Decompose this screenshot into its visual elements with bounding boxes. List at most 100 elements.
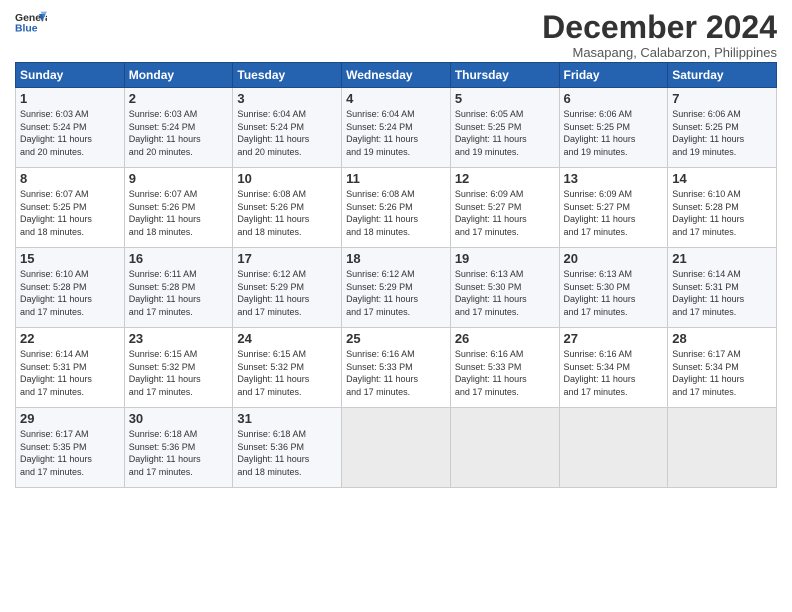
header: General Blue December 2024 Masapang, Cal… bbox=[15, 10, 777, 60]
calendar-cell bbox=[668, 408, 777, 488]
weekday-header-friday: Friday bbox=[559, 63, 668, 88]
title-block: December 2024 Masapang, Calabarzon, Phil… bbox=[542, 10, 777, 60]
day-info: Sunrise: 6:09 AM Sunset: 5:27 PM Dayligh… bbox=[564, 188, 664, 238]
calendar-cell: 3Sunrise: 6:04 AM Sunset: 5:24 PM Daylig… bbox=[233, 88, 342, 168]
day-number: 7 bbox=[672, 91, 772, 106]
calendar-cell: 13 Sunrise: 6:09 AM Sunset: 5:27 PM Dayli… bbox=[559, 168, 668, 248]
day-number: 24 bbox=[237, 331, 337, 346]
calendar-cell: 23 Sunrise: 6:15 AM Sunset: 5:32 PM Dayli… bbox=[124, 328, 233, 408]
day-info: Sunrise: 6:17 AM Sunset: 5:35 PM Dayligh… bbox=[20, 428, 120, 478]
weekday-header-thursday: Thursday bbox=[450, 63, 559, 88]
location: Masapang, Calabarzon, Philippines bbox=[542, 45, 777, 60]
day-info: Sunrise: 6:11 AM Sunset: 5:28 PM Dayligh… bbox=[129, 268, 229, 318]
calendar-cell: 21 Sunrise: 6:14 AM Sunset: 5:31 PM Dayli… bbox=[668, 248, 777, 328]
calendar-cell: 27Sunrise: 6:16 AM Sunset: 5:34 PM Dayli… bbox=[559, 328, 668, 408]
day-number: 9 bbox=[129, 171, 229, 186]
day-info: Sunrise: 6:13 AM Sunset: 5:30 PM Dayligh… bbox=[564, 268, 664, 318]
day-number: 13 bbox=[564, 171, 664, 186]
calendar-cell: 9 Sunrise: 6:07 AM Sunset: 5:26 PM Daylig… bbox=[124, 168, 233, 248]
day-number: 17 bbox=[237, 251, 337, 266]
day-number: 10 bbox=[237, 171, 337, 186]
week-row-1: 1 Sunrise: 6:03 AM Sunset: 5:24 PM Daylig… bbox=[16, 88, 777, 168]
day-number: 19 bbox=[455, 251, 555, 266]
month-title: December 2024 bbox=[542, 10, 777, 45]
calendar-cell: 14Sunrise: 6:10 AM Sunset: 5:28 PM Dayli… bbox=[668, 168, 777, 248]
day-info: Sunrise: 6:07 AM Sunset: 5:25 PM Dayligh… bbox=[20, 188, 120, 238]
calendar-cell: 8 Sunrise: 6:07 AM Sunset: 5:25 PM Daylig… bbox=[16, 168, 125, 248]
calendar-cell: 1 Sunrise: 6:03 AM Sunset: 5:24 PM Daylig… bbox=[16, 88, 125, 168]
calendar-cell: 17Sunrise: 6:12 AM Sunset: 5:29 PM Dayli… bbox=[233, 248, 342, 328]
calendar-cell: 26Sunrise: 6:16 AM Sunset: 5:33 PM Dayli… bbox=[450, 328, 559, 408]
calendar-cell: 11 Sunrise: 6:08 AM Sunset: 5:26 PM Dayli… bbox=[342, 168, 451, 248]
day-info: Sunrise: 6:05 AM Sunset: 5:25 PM Dayligh… bbox=[455, 108, 555, 158]
day-number: 15 bbox=[20, 251, 120, 266]
day-number: 31 bbox=[237, 411, 337, 426]
calendar-cell: 4 Sunrise: 6:04 AM Sunset: 5:24 PM Daylig… bbox=[342, 88, 451, 168]
calendar-cell bbox=[342, 408, 451, 488]
calendar-cell: 15 Sunrise: 6:10 AM Sunset: 5:28 PM Dayli… bbox=[16, 248, 125, 328]
day-number: 22 bbox=[20, 331, 120, 346]
day-info: Sunrise: 6:03 AM Sunset: 5:24 PM Dayligh… bbox=[129, 108, 229, 158]
day-info: Sunrise: 6:15 AM Sunset: 5:32 PM Dayligh… bbox=[129, 348, 229, 398]
calendar-cell: 28Sunrise: 6:17 AM Sunset: 5:34 PM Dayli… bbox=[668, 328, 777, 408]
svg-text:Blue: Blue bbox=[15, 24, 38, 35]
day-number: 18 bbox=[346, 251, 446, 266]
day-number: 21 bbox=[672, 251, 772, 266]
calendar-cell: 25Sunrise: 6:16 AM Sunset: 5:33 PM Dayli… bbox=[342, 328, 451, 408]
weekday-header-tuesday: Tuesday bbox=[233, 63, 342, 88]
day-info: Sunrise: 6:14 AM Sunset: 5:31 PM Dayligh… bbox=[20, 348, 120, 398]
calendar-cell: 18 Sunrise: 6:12 AM Sunset: 5:29 PM Dayli… bbox=[342, 248, 451, 328]
week-row-3: 15 Sunrise: 6:10 AM Sunset: 5:28 PM Dayli… bbox=[16, 248, 777, 328]
calendar-cell: 22 Sunrise: 6:14 AM Sunset: 5:31 PM Dayli… bbox=[16, 328, 125, 408]
day-info: Sunrise: 6:12 AM Sunset: 5:29 PM Dayligh… bbox=[346, 268, 446, 318]
day-info: Sunrise: 6:10 AM Sunset: 5:28 PM Dayligh… bbox=[672, 188, 772, 238]
calendar-cell: 30Sunrise: 6:18 AM Sunset: 5:36 PM Dayli… bbox=[124, 408, 233, 488]
calendar-table: SundayMondayTuesdayWednesdayThursdayFrid… bbox=[15, 62, 777, 488]
week-row-4: 22 Sunrise: 6:14 AM Sunset: 5:31 PM Dayli… bbox=[16, 328, 777, 408]
weekday-header-row: SundayMondayTuesdayWednesdayThursdayFrid… bbox=[16, 63, 777, 88]
day-info: Sunrise: 6:09 AM Sunset: 5:27 PM Dayligh… bbox=[455, 188, 555, 238]
day-number: 11 bbox=[346, 171, 446, 186]
day-info: Sunrise: 6:13 AM Sunset: 5:30 PM Dayligh… bbox=[455, 268, 555, 318]
calendar-cell: 7 Sunrise: 6:06 AM Sunset: 5:25 PM Daylig… bbox=[668, 88, 777, 168]
day-number: 20 bbox=[564, 251, 664, 266]
day-info: Sunrise: 6:18 AM Sunset: 5:36 PM Dayligh… bbox=[237, 428, 337, 478]
weekday-header-monday: Monday bbox=[124, 63, 233, 88]
day-number: 4 bbox=[346, 91, 446, 106]
day-number: 28 bbox=[672, 331, 772, 346]
calendar-cell: 6 Sunrise: 6:06 AM Sunset: 5:25 PM Daylig… bbox=[559, 88, 668, 168]
calendar-cell: 12Sunrise: 6:09 AM Sunset: 5:27 PM Dayli… bbox=[450, 168, 559, 248]
day-info: Sunrise: 6:07 AM Sunset: 5:26 PM Dayligh… bbox=[129, 188, 229, 238]
day-number: 8 bbox=[20, 171, 120, 186]
logo-icon: General Blue bbox=[15, 10, 47, 38]
day-info: Sunrise: 6:10 AM Sunset: 5:28 PM Dayligh… bbox=[20, 268, 120, 318]
calendar-cell: 16Sunrise: 6:11 AM Sunset: 5:28 PM Dayli… bbox=[124, 248, 233, 328]
day-info: Sunrise: 6:16 AM Sunset: 5:33 PM Dayligh… bbox=[455, 348, 555, 398]
page-container: General Blue December 2024 Masapang, Cal… bbox=[0, 0, 792, 493]
calendar-cell bbox=[559, 408, 668, 488]
day-info: Sunrise: 6:08 AM Sunset: 5:26 PM Dayligh… bbox=[346, 188, 446, 238]
day-info: Sunrise: 6:03 AM Sunset: 5:24 PM Dayligh… bbox=[20, 108, 120, 158]
day-info: Sunrise: 6:08 AM Sunset: 5:26 PM Dayligh… bbox=[237, 188, 337, 238]
day-info: Sunrise: 6:14 AM Sunset: 5:31 PM Dayligh… bbox=[672, 268, 772, 318]
calendar-cell: 31 Sunrise: 6:18 AM Sunset: 5:36 PM Dayli… bbox=[233, 408, 342, 488]
day-info: Sunrise: 6:06 AM Sunset: 5:25 PM Dayligh… bbox=[672, 108, 772, 158]
weekday-header-wednesday: Wednesday bbox=[342, 63, 451, 88]
day-info: Sunrise: 6:18 AM Sunset: 5:36 PM Dayligh… bbox=[129, 428, 229, 478]
day-info: Sunrise: 6:06 AM Sunset: 5:25 PM Dayligh… bbox=[564, 108, 664, 158]
calendar-cell: 29 Sunrise: 6:17 AM Sunset: 5:35 PM Dayli… bbox=[16, 408, 125, 488]
day-number: 29 bbox=[20, 411, 120, 426]
calendar-cell: 19 Sunrise: 6:13 AM Sunset: 5:30 PM Dayli… bbox=[450, 248, 559, 328]
day-info: Sunrise: 6:04 AM Sunset: 5:24 PM Dayligh… bbox=[237, 108, 337, 158]
day-info: Sunrise: 6:16 AM Sunset: 5:34 PM Dayligh… bbox=[564, 348, 664, 398]
day-info: Sunrise: 6:04 AM Sunset: 5:24 PM Dayligh… bbox=[346, 108, 446, 158]
week-row-5: 29 Sunrise: 6:17 AM Sunset: 5:35 PM Dayli… bbox=[16, 408, 777, 488]
day-number: 5 bbox=[455, 91, 555, 106]
week-row-2: 8 Sunrise: 6:07 AM Sunset: 5:25 PM Daylig… bbox=[16, 168, 777, 248]
weekday-header-sunday: Sunday bbox=[16, 63, 125, 88]
day-number: 6 bbox=[564, 91, 664, 106]
calendar-cell: 10 Sunrise: 6:08 AM Sunset: 5:26 PM Dayli… bbox=[233, 168, 342, 248]
day-number: 23 bbox=[129, 331, 229, 346]
day-number: 1 bbox=[20, 91, 120, 106]
calendar-cell: 20 Sunrise: 6:13 AM Sunset: 5:30 PM Dayli… bbox=[559, 248, 668, 328]
